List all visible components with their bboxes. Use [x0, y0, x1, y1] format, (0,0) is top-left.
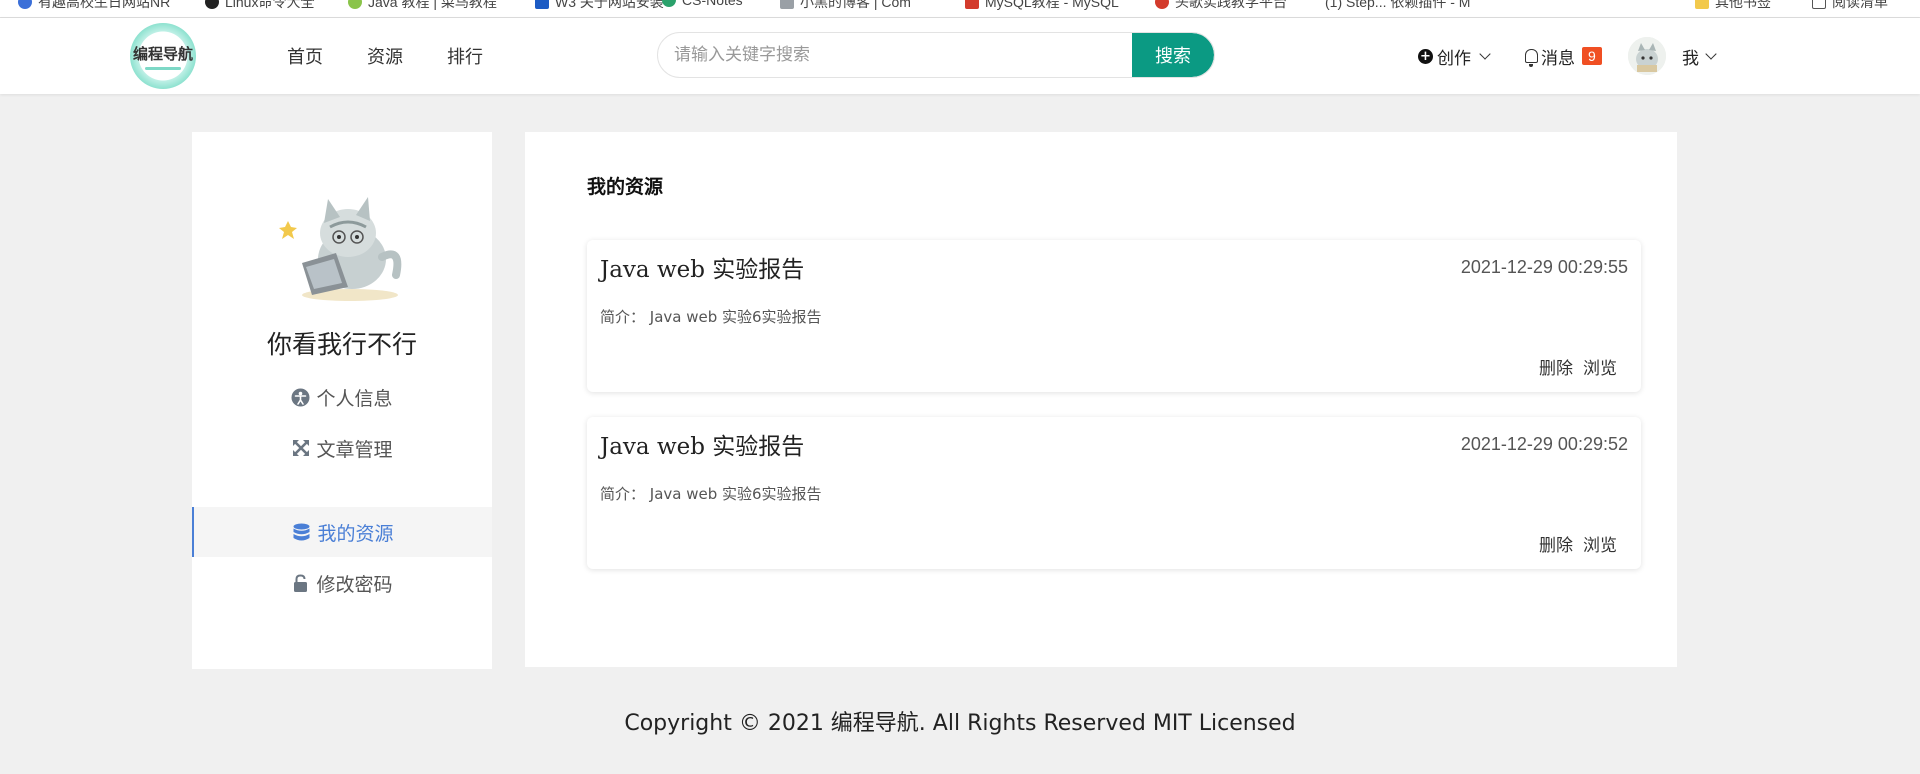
bookmark-item[interactable]: CS-Notes [662, 0, 743, 8]
bookmark-label: 其他书签 [1715, 0, 1771, 10]
profile-sidebar: 你看我行不行 个人信息 文章管理 我的资源 修改密码 [192, 132, 492, 669]
chevron-down-icon [1479, 47, 1491, 60]
nav-ranking-link[interactable]: 排行 [447, 43, 483, 69]
resources-panel: 我的资源 Java web 实验报告 2021-12-29 00:29:55 简… [525, 132, 1677, 667]
messages-label: 消息 [1541, 48, 1575, 69]
bookmark-favicon-icon [1155, 0, 1169, 9]
user-circle-icon [291, 388, 310, 407]
resource-description: 简介： Java web 实验6实验报告 [600, 485, 822, 503]
view-button[interactable]: 浏览 [1583, 531, 1617, 556]
bookmark-favicon-icon [348, 0, 362, 9]
resource-title[interactable]: Java web 实验报告 [600, 427, 804, 461]
main-nav: 首页 资源 排行 [287, 18, 527, 94]
user-avatar[interactable] [1628, 37, 1666, 75]
bookmark-item[interactable]: 阅读清单 [1812, 0, 1888, 12]
bookmark-label: MySQL教程 - MySQL [985, 0, 1119, 10]
me-label: 我 [1682, 48, 1699, 69]
bookmark-label: Java 教程 | 菜鸟教程 [368, 0, 497, 10]
sidebar-item-my-resources[interactable]: 我的资源 [192, 507, 492, 557]
sidebar-item-label: 修改密码 [316, 573, 393, 596]
search-input[interactable] [658, 33, 1132, 77]
search-bar: 搜索 [657, 32, 1215, 78]
page-title: 我的资源 [587, 176, 664, 198]
bookmark-label: 头歌实践教学平台 [1175, 0, 1287, 10]
unlock-icon [291, 573, 310, 593]
page-footer: Copyright © 2021 编程导航. All Rights Reserv… [0, 705, 1920, 737]
create-label: 创作 [1437, 48, 1471, 69]
resource-actions: 删除 浏览 [1539, 531, 1617, 556]
bookmark-label: 阅读清单 [1832, 0, 1888, 10]
sidebar-item-change-password[interactable]: 修改密码 [192, 558, 492, 608]
site-logo[interactable]: 编程导航 [130, 23, 196, 89]
bookmarks-bar: 有趣高校生日网站NR Linux命令大全 Java 教程 | 菜鸟教程 W3 关… [0, 0, 1920, 18]
sidebar-item-articles[interactable]: 文章管理 [192, 423, 492, 473]
sidebar-item-label: 个人信息 [316, 387, 393, 410]
cat-with-laptop-icon [279, 197, 402, 301]
resource-card[interactable]: Java web 实验报告 2021-12-29 00:29:55 简介： Ja… [587, 240, 1641, 392]
nav-resources-link[interactable]: 资源 [367, 43, 403, 69]
bookmark-label: 小黑的博客 | Com [800, 0, 911, 10]
search-button[interactable]: 搜索 [1132, 33, 1214, 77]
resource-card[interactable]: Java web 实验报告 2021-12-29 00:29:52 简介： Ja… [587, 417, 1641, 569]
profile-avatar [278, 187, 408, 307]
bookmark-label: (1) Step... 依赖插件 - M [1325, 0, 1471, 10]
delete-button[interactable]: 删除 [1539, 531, 1573, 556]
sidebar-item-label: 文章管理 [316, 438, 393, 461]
logo-text: 编程导航 [132, 44, 193, 63]
logo-underline [145, 66, 181, 70]
database-icon [292, 523, 311, 542]
user-menu[interactable]: 我 [1682, 18, 1717, 94]
copyright-text: Copyright © 2021 编程导航. All Rights Reserv… [624, 711, 1296, 736]
bookmark-label: Linux命令大全 [225, 0, 315, 10]
bookmark-favicon-icon [662, 0, 676, 7]
bookmark-item[interactable]: W3 关于网站安装 [535, 0, 664, 12]
resource-date: 2021-12-29 00:29:52 [1460, 434, 1628, 454]
resource-actions: 删除 浏览 [1539, 354, 1617, 379]
resource-description: 简介： Java web 实验6实验报告 [600, 308, 822, 326]
bookmark-favicon-icon [18, 0, 32, 9]
bookmark-item[interactable]: 头歌实践教学平台 [1155, 0, 1287, 12]
site-header: 编程导航 首页 资源 排行 搜索 + 创作 消息 9 我 [0, 18, 1920, 94]
bookmark-item[interactable]: MySQL教程 - MySQL [965, 0, 1119, 12]
sidebar-item-label: 我的资源 [317, 522, 394, 545]
view-button[interactable]: 浏览 [1583, 354, 1617, 379]
resource-date: 2021-12-29 00:29:55 [1460, 257, 1628, 277]
messages-count-badge: 9 [1582, 47, 1602, 65]
bookmark-favicon-icon [535, 0, 549, 9]
bell-icon [1525, 49, 1538, 67]
resource-title[interactable]: Java web 实验报告 [600, 250, 804, 284]
bookmark-favicon-icon [780, 0, 794, 9]
bookmark-item[interactable]: Java 教程 | 菜鸟教程 [348, 0, 497, 12]
delete-button[interactable]: 删除 [1539, 354, 1573, 379]
bookmark-favicon-icon [205, 0, 219, 9]
bookmark-label: 有趣高校生日网站NR [38, 0, 171, 10]
nav-home-link[interactable]: 首页 [287, 43, 323, 69]
create-menu[interactable]: + 创作 [1418, 18, 1491, 94]
chevron-down-icon [1705, 47, 1717, 60]
bookmark-item[interactable]: 有趣高校生日网站NR [18, 0, 170, 12]
sidebar-item-profile[interactable]: 个人信息 [192, 372, 492, 422]
plus-circle-icon: + [1418, 48, 1433, 64]
bookmark-item[interactable]: (1) Step... 依赖插件 - M [1325, 0, 1470, 12]
bookmark-item[interactable]: 小黑的博客 | Com [780, 0, 911, 12]
cat-avatar-icon [1628, 37, 1666, 75]
bookmark-item[interactable]: Linux命令大全 [205, 0, 314, 12]
reading-list-icon [1812, 0, 1826, 9]
bookmark-label: CS-Notes [682, 0, 743, 8]
bookmark-label: W3 关于网站安装 [555, 0, 664, 10]
profile-username: 你看我行不行 [266, 330, 417, 359]
expand-arrows-icon [291, 439, 310, 458]
bookmark-item[interactable]: 其他书签 [1695, 0, 1771, 12]
messages-link[interactable]: 消息 9 [1525, 18, 1602, 94]
folder-icon [1695, 0, 1709, 9]
bookmark-favicon-icon [965, 0, 979, 9]
